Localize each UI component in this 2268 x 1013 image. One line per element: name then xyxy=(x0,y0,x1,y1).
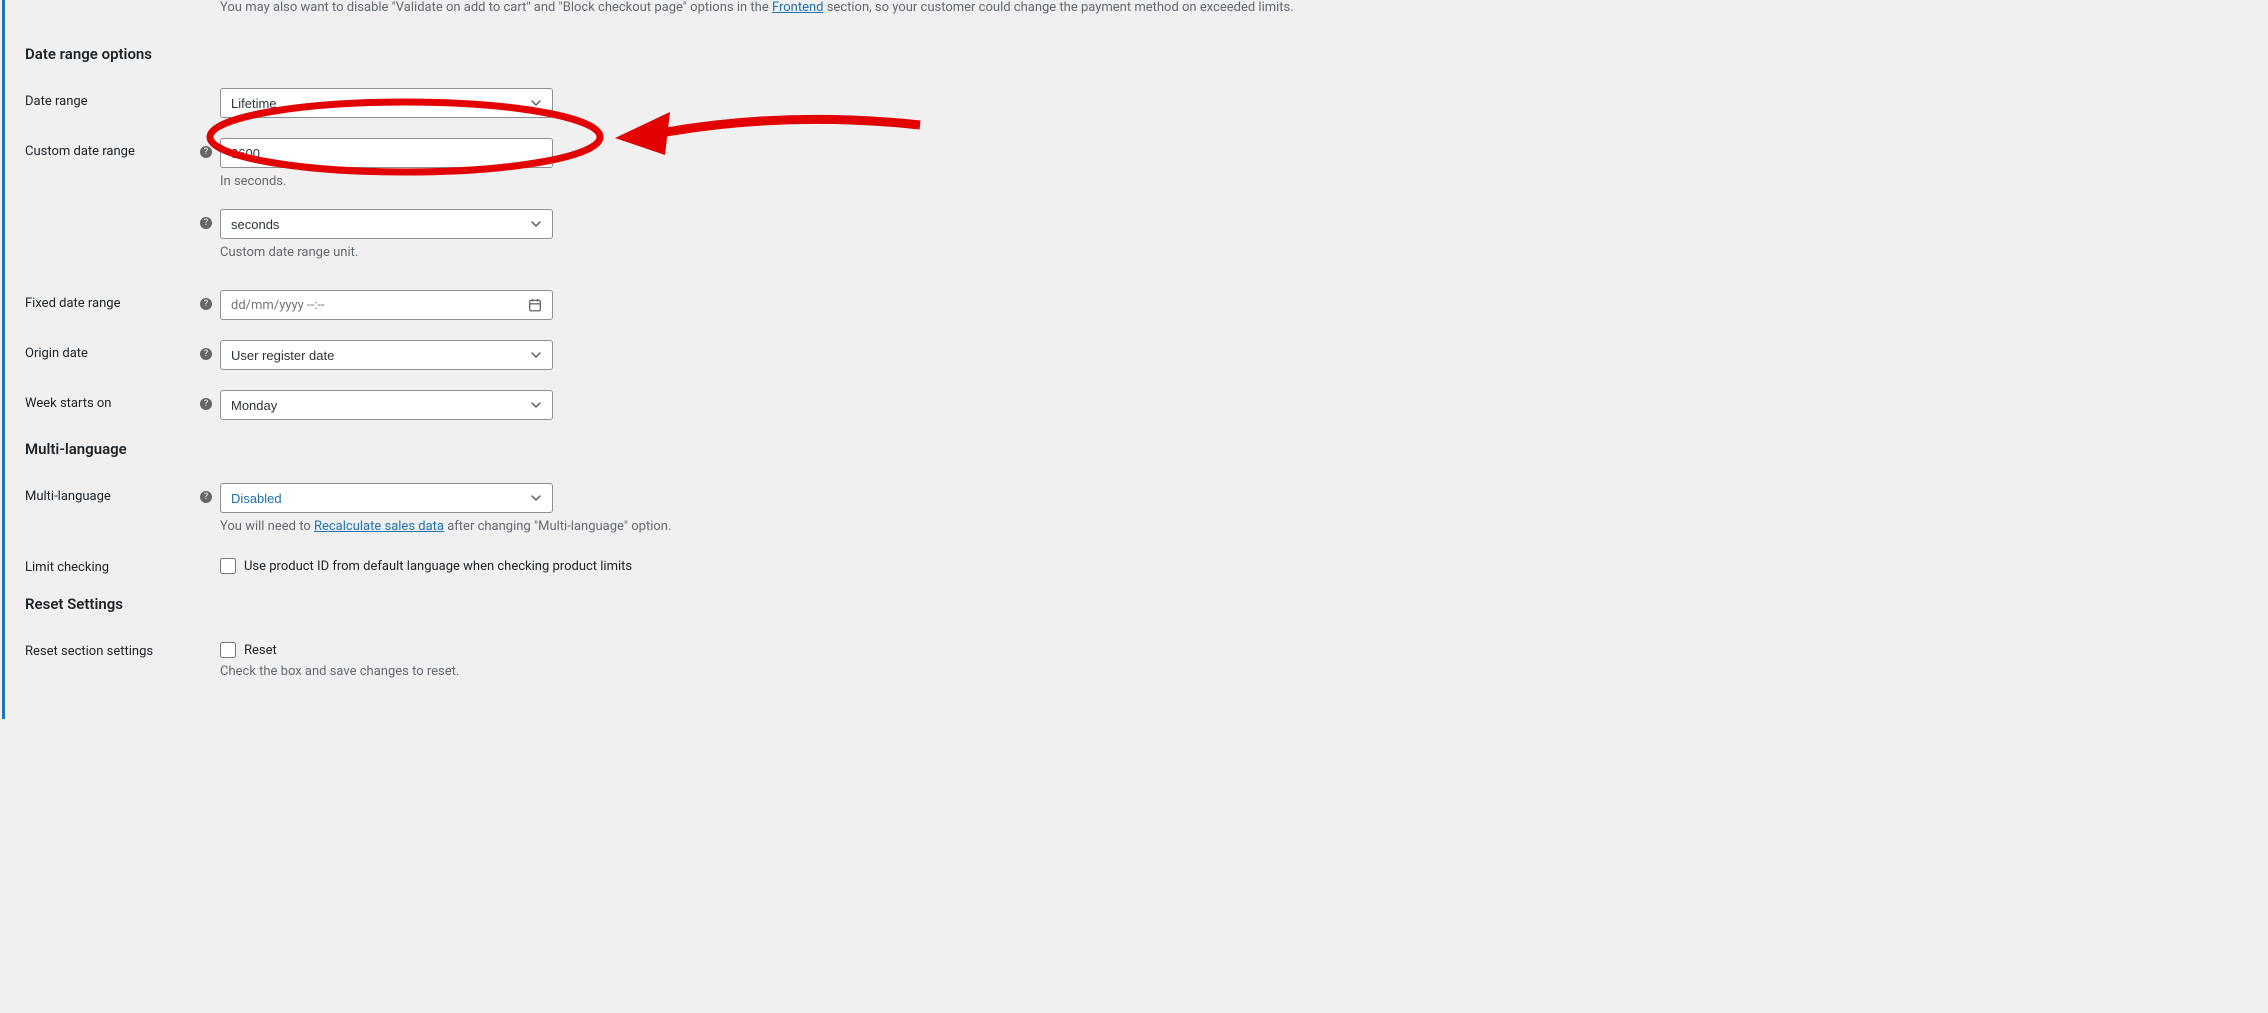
custom-date-range-unit-select[interactable]: seconds xyxy=(220,209,553,239)
reset-section-settings-label: Reset section settings xyxy=(25,638,200,659)
custom-date-range-unit-description: Custom date range unit. xyxy=(220,245,2248,260)
week-starts-on-label: Week starts on xyxy=(25,390,200,411)
section-heading-reset-settings: Reset Settings xyxy=(25,595,2248,613)
custom-date-range-label: Custom date range xyxy=(25,138,200,159)
datetime-placeholder: dd/mm/yyyy --:-- xyxy=(231,298,325,313)
fixed-date-range-input[interactable]: dd/mm/yyyy --:-- xyxy=(220,290,553,320)
multi-language-select[interactable]: Disabled xyxy=(220,483,553,513)
limit-checking-checkbox[interactable] xyxy=(220,558,236,574)
date-range-label: Date range xyxy=(25,88,200,109)
help-icon[interactable] xyxy=(200,138,220,162)
limit-checking-checkbox-label: Use product ID from default language whe… xyxy=(244,559,632,574)
top-description: You may also want to disable "Validate o… xyxy=(220,0,2248,15)
recalculate-sales-link[interactable]: Recalculate sales data xyxy=(314,519,444,534)
help-icon[interactable] xyxy=(200,483,220,507)
help-icon[interactable] xyxy=(200,209,220,233)
help-icon[interactable] xyxy=(200,290,220,314)
multi-language-description: You will need to Recalculate sales data … xyxy=(220,519,2248,534)
reset-checkbox[interactable] xyxy=(220,642,236,658)
fixed-date-range-label: Fixed date range xyxy=(25,290,200,311)
help-icon[interactable] xyxy=(200,340,220,364)
origin-date-label: Origin date xyxy=(25,340,200,361)
custom-date-range-description: In seconds. xyxy=(220,174,2248,189)
frontend-link[interactable]: Frontend xyxy=(772,0,824,15)
custom-date-range-input[interactable] xyxy=(220,138,553,168)
reset-description: Check the box and save changes to reset. xyxy=(220,664,2248,679)
top-desc-suffix: section, so your customer could change t… xyxy=(824,0,1294,15)
section-heading-multi-language: Multi-language xyxy=(25,440,2248,458)
reset-checkbox-label: Reset xyxy=(244,643,277,658)
origin-date-select[interactable]: User register date xyxy=(220,340,553,370)
date-range-select[interactable]: Lifetime xyxy=(220,88,553,118)
multi-language-label: Multi-language xyxy=(25,483,200,504)
help-icon[interactable] xyxy=(200,390,220,414)
section-heading-date-range: Date range options xyxy=(25,45,2248,63)
calendar-icon xyxy=(528,298,542,312)
week-starts-on-select[interactable]: Monday xyxy=(220,390,553,420)
limit-checking-label: Limit checking xyxy=(25,554,200,575)
top-desc-prefix: You may also want to disable "Validate o… xyxy=(220,0,772,15)
